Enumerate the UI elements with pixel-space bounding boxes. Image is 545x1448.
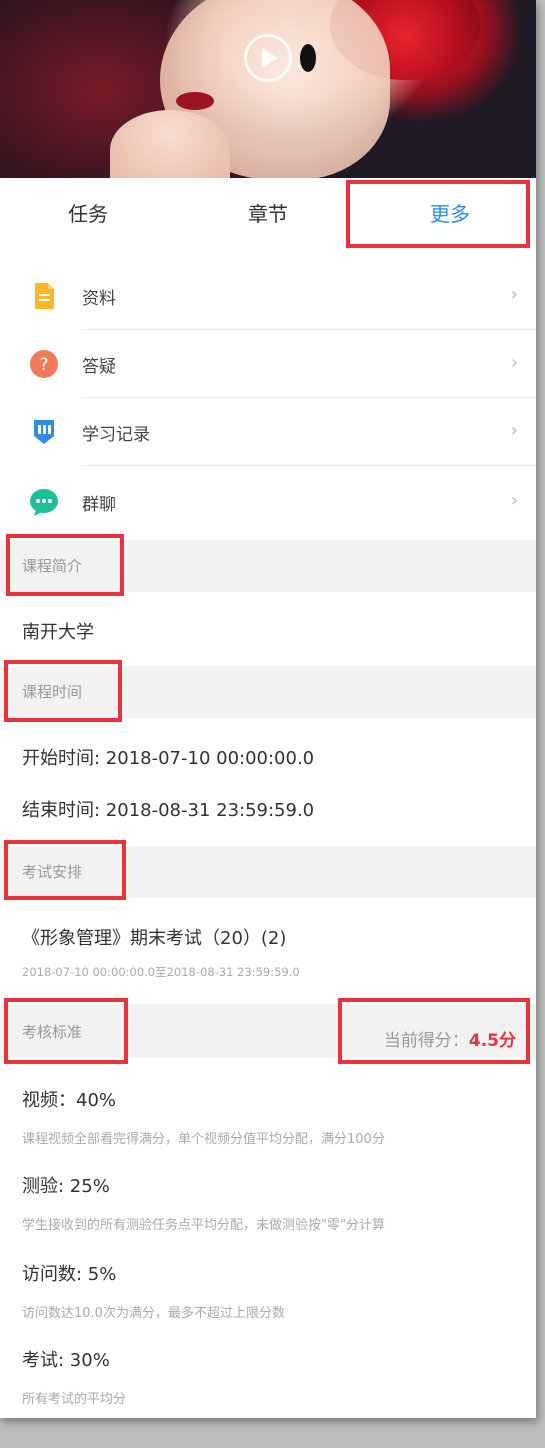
- tab-chapters[interactable]: 章节: [208, 198, 328, 227]
- question-icon: ?: [30, 350, 58, 378]
- document-icon: [35, 283, 54, 309]
- chevron-right-icon: ›: [510, 284, 518, 305]
- chevron-right-icon: ›: [510, 490, 518, 511]
- play-triangle: [262, 48, 278, 68]
- chat-icon: [30, 489, 58, 516]
- menu-item-group-chat[interactable]: 群聊 ›: [0, 468, 536, 536]
- criteria-quiz-desc: 学生接收到的所有测验任务点平均分配，未做测验按"零"分计算: [22, 1218, 385, 1233]
- chevron-right-icon: ›: [510, 352, 518, 373]
- menu-item-materials[interactable]: 资料 ›: [0, 262, 536, 330]
- menu-item-qa[interactable]: ? 答疑 ›: [0, 330, 536, 398]
- menu-item-label: 答疑: [82, 357, 116, 377]
- cover-lips: [176, 92, 214, 110]
- exam-title[interactable]: 《形象管理》期末考试（20）(2): [22, 924, 286, 950]
- highlight-box-time: [4, 660, 122, 722]
- highlight-box-exam: [4, 840, 126, 900]
- menu-item-label: 学习记录: [82, 425, 150, 445]
- menu-item-label: 资料: [82, 289, 116, 309]
- criteria-quiz-title: 测验: 25%: [22, 1176, 110, 1197]
- criteria-exam-desc: 所有考试的平均分: [22, 1392, 127, 1407]
- tab-tasks[interactable]: 任务: [28, 198, 148, 227]
- course-page: 任务 章节 更多 资料 › ? 答疑 › 学习记录 › 群聊 › 课程简介 南开…: [0, 0, 536, 1418]
- intro-content: 南开大学: [22, 622, 94, 643]
- criteria-visits-title: 访问数: 5%: [22, 1264, 117, 1285]
- end-time: 结束时间: 2018-08-31 23:59:59.0: [22, 800, 315, 821]
- start-time: 开始时间: 2018-07-10 00:00:00.0: [22, 748, 315, 769]
- highlight-box-criteria: [4, 998, 128, 1064]
- divider: [82, 465, 536, 466]
- criteria-video-title: 视频：40%: [22, 1090, 117, 1111]
- criteria-video-desc: 课程视频全部看完得满分，单个视频分值平均分配，满分100分: [22, 1132, 385, 1147]
- menu-item-label: 群聊: [82, 495, 116, 515]
- highlight-box-score: [338, 998, 530, 1064]
- course-video-cover[interactable]: [0, 0, 536, 190]
- criteria-visits-desc: 访问数达10.0次为满分，最多不超过上限分数: [22, 1306, 285, 1321]
- highlight-box-more: [346, 180, 530, 248]
- cover-earring: [300, 44, 316, 72]
- menu-item-study-record[interactable]: 学习记录 ›: [0, 398, 536, 466]
- play-icon[interactable]: [244, 34, 292, 82]
- exam-time-range: 2018-07-10 00:00:00.0至2018-08-31 23:59:5…: [22, 965, 300, 979]
- criteria-exam-title: 考试: 30%: [22, 1350, 110, 1371]
- svg-text:?: ?: [39, 355, 48, 375]
- chevron-right-icon: ›: [510, 420, 518, 441]
- highlight-box-intro: [6, 534, 124, 596]
- bookmark-icon: [34, 420, 54, 444]
